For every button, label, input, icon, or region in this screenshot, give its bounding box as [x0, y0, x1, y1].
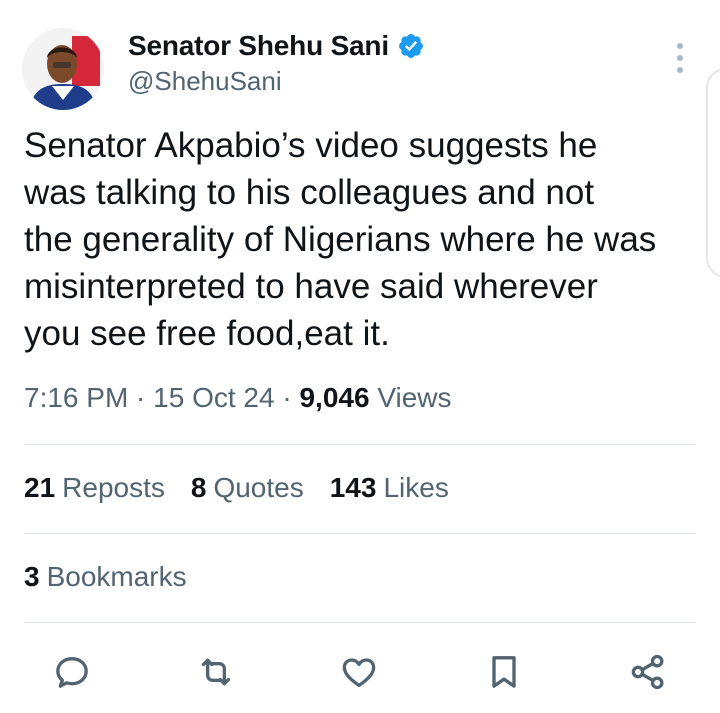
reply-icon [56, 657, 88, 688]
more-options-icon[interactable] [666, 38, 694, 78]
reposts-label: Reposts [62, 472, 165, 503]
tweet-meta: 7:16 PM · 15 Oct 24 · 9,046 Views [24, 382, 452, 414]
meta-separator: · [128, 382, 154, 413]
bookmarks-stat[interactable]: 3 Bookmarks [24, 561, 187, 593]
verified-badge-icon [397, 32, 425, 60]
share-icon [631, 654, 664, 690]
repost-button[interactable] [194, 650, 238, 694]
views-count: 9,046 [299, 382, 370, 413]
author-name-text[interactable]: Senator Shehu Sani [128, 30, 389, 62]
likes-stat[interactable]: 143 Likes [330, 472, 449, 504]
bookmarks-count: 3 [24, 561, 40, 592]
repost-icon [201, 658, 231, 686]
share-button[interactable] [626, 650, 670, 694]
meta-separator: · [274, 382, 300, 413]
action-bar [0, 640, 720, 704]
tweet-date[interactable]: 15 Oct 24 [153, 382, 274, 413]
reposts-count: 21 [24, 472, 56, 503]
likes-label: Likes [383, 472, 449, 503]
like-button[interactable] [337, 650, 381, 694]
like-icon [342, 658, 376, 687]
quotes-label: Quotes [213, 472, 304, 503]
reposts-stat[interactable]: 21 Reposts [24, 472, 165, 504]
likes-count: 143 [329, 472, 377, 503]
engagement-stats: 21 Reposts 8 Quotes 143 Likes [24, 472, 449, 504]
tweet-time[interactable]: 7:16 PM [24, 382, 128, 413]
author-name[interactable]: Senator Shehu Sani [128, 30, 425, 62]
quotes-stat[interactable]: 8 Quotes [191, 472, 304, 504]
bookmarks-label: Bookmarks [46, 561, 187, 592]
divider [24, 444, 696, 445]
avatar[interactable] [22, 28, 104, 110]
bookmark-button[interactable] [482, 650, 526, 694]
views-label: Views [369, 382, 452, 413]
divider [24, 622, 696, 623]
author-handle[interactable]: @ShehuSani [128, 66, 282, 97]
reply-button[interactable] [50, 650, 94, 694]
divider [24, 533, 696, 534]
bookmark-icon [492, 656, 516, 688]
quotes-count: 8 [190, 472, 207, 503]
edge-overlay [706, 68, 720, 278]
tweet-detail: Senator Shehu Sani @ShehuSani Senator Ak… [0, 0, 720, 713]
tweet-text: Senator Akpabio’s video suggests he was … [24, 126, 657, 353]
